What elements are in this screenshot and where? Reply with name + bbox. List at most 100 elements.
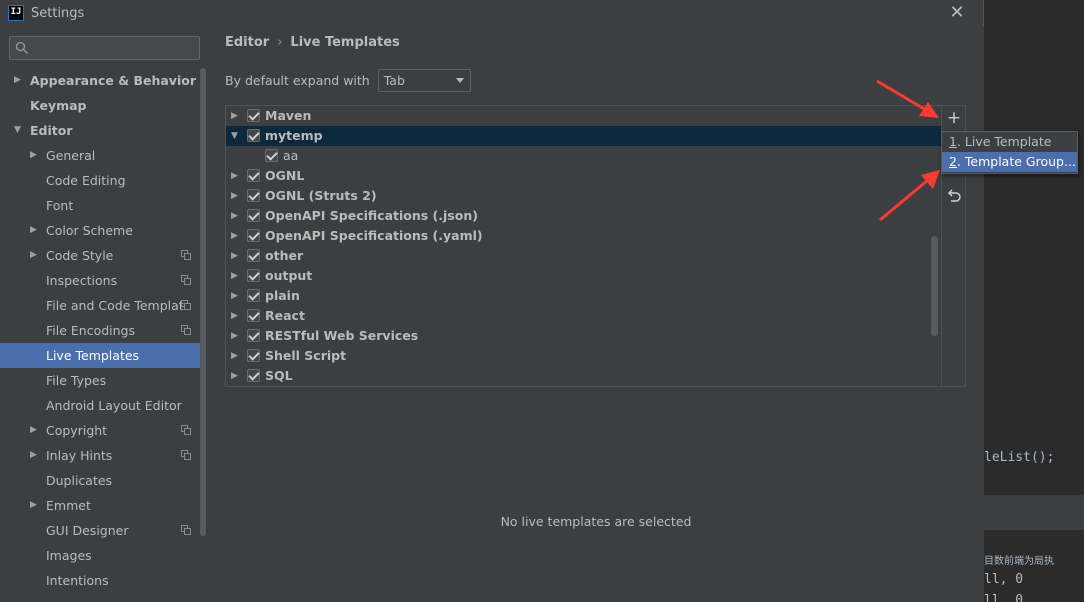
template-name: OpenAPI Specifications (.yaml): [265, 228, 483, 243]
template-group-row[interactable]: ▶ other: [226, 246, 942, 266]
sidebar-item-label: Images: [46, 548, 92, 563]
template-group-row[interactable]: ▼ mytemp: [226, 126, 942, 146]
menu-item-label: . Template Group...: [956, 154, 1076, 169]
template-group-row[interactable]: ▶ output: [226, 266, 942, 286]
sidebar-item-editor[interactable]: ▼ Editor: [0, 118, 200, 143]
editor-code-line: leList();: [984, 450, 1055, 465]
template-checkbox[interactable]: [247, 289, 260, 302]
template-name: aa: [283, 148, 299, 163]
sidebar-item-code-editing[interactable]: Code Editing: [0, 168, 200, 193]
expand-with-row: By default expand with Tab: [225, 69, 471, 92]
template-name: OGNL: [265, 168, 305, 183]
template-checkbox[interactable]: [247, 329, 260, 342]
template-group-row[interactable]: ▶ SQL: [226, 366, 942, 386]
template-checkbox[interactable]: [247, 369, 260, 382]
template-name: RESTful Web Services: [265, 328, 419, 343]
sidebar-item-font[interactable]: Font: [0, 193, 200, 218]
sidebar-item-label: GUI Designer: [46, 523, 129, 538]
chevron-right-icon[interactable]: ▶: [30, 443, 37, 468]
template-group-row[interactable]: ▶ OpenAPI Specifications (.json): [226, 206, 942, 226]
chevron-right-icon[interactable]: ▶: [231, 366, 238, 386]
chevron-right-icon[interactable]: ▶: [231, 326, 238, 346]
chevron-right-icon[interactable]: ▶: [30, 218, 37, 243]
template-checkbox[interactable]: [247, 249, 260, 262]
close-icon: ✕: [949, 2, 965, 23]
sidebar-item-emmet[interactable]: ▶ Emmet: [0, 493, 200, 518]
template-checkbox[interactable]: [247, 189, 260, 202]
templates-scrollbar[interactable]: [931, 236, 938, 336]
expand-with-dropdown[interactable]: Tab: [377, 69, 471, 92]
close-button[interactable]: ✕: [947, 3, 967, 23]
sidebar-item-file-encodings[interactable]: File Encodings: [0, 318, 200, 343]
chevron-right-icon[interactable]: ▶: [231, 246, 238, 266]
chevron-down-icon[interactable]: ▼: [14, 118, 21, 143]
template-checkbox[interactable]: [247, 309, 260, 322]
template-group-row[interactable]: ▶ Shell Script: [226, 346, 942, 366]
sidebar-item-duplicates[interactable]: Duplicates: [0, 468, 200, 493]
chevron-right-icon[interactable]: ▶: [231, 186, 238, 206]
chevron-right-icon[interactable]: ▶: [30, 143, 37, 168]
sidebar-item-file-and-code-templat[interactable]: File and Code Templat: [0, 293, 200, 318]
template-group-row[interactable]: ▶ plain: [226, 286, 942, 306]
template-item[interactable]: aa: [226, 146, 942, 166]
intellij-app-icon: IJ: [8, 5, 24, 21]
chevron-right-icon[interactable]: ▶: [231, 206, 238, 226]
chevron-right-icon[interactable]: ▶: [231, 226, 238, 246]
sidebar-item-color-scheme[interactable]: ▶ Color Scheme: [0, 218, 200, 243]
template-group-row[interactable]: ▶ OGNL: [226, 166, 942, 186]
menu-item-template-group[interactable]: 2. Template Group...: [942, 152, 1077, 172]
chevron-right-icon[interactable]: ▶: [231, 106, 238, 126]
sidebar-item-copyright[interactable]: ▶ Copyright: [0, 418, 200, 443]
sidebar-item-appearance-behavior[interactable]: ▶ Appearance & Behavior: [0, 68, 200, 93]
sidebar-item-file-types[interactable]: File Types: [0, 368, 200, 393]
chevron-right-icon[interactable]: ▶: [231, 266, 238, 286]
template-group-row[interactable]: ▶ React: [226, 306, 942, 326]
template-checkbox[interactable]: [247, 109, 260, 122]
sidebar-item-images[interactable]: Images: [0, 543, 200, 568]
search-input[interactable]: [9, 36, 200, 60]
template-checkbox[interactable]: [247, 169, 260, 182]
sidebar-item-intentions[interactable]: Intentions: [0, 568, 200, 593]
add-button[interactable]: +: [945, 109, 963, 127]
chevron-right-icon[interactable]: ▶: [30, 418, 37, 443]
plus-icon: +: [946, 108, 962, 128]
template-group-row[interactable]: ▶ OGNL (Struts 2): [226, 186, 942, 206]
template-name: plain: [265, 288, 300, 303]
template-checkbox[interactable]: [265, 149, 278, 162]
sidebar-item-live-templates[interactable]: Live Templates: [0, 343, 200, 368]
template-checkbox[interactable]: [247, 229, 260, 242]
template-name: Shell Script: [265, 348, 347, 363]
template-checkbox[interactable]: [247, 209, 260, 222]
template-checkbox[interactable]: [247, 269, 260, 282]
template-name: output: [265, 268, 313, 283]
sidebar-item-inspections[interactable]: Inspections: [0, 268, 200, 293]
sidebar-item-general[interactable]: ▶ General: [0, 143, 200, 168]
chevron-right-icon[interactable]: ▶: [231, 346, 238, 366]
sidebar-item-android-layout-editor[interactable]: Android Layout Editor: [0, 393, 200, 418]
editor-tool-separator: [984, 494, 1084, 530]
chevron-right-icon[interactable]: ▶: [14, 68, 21, 93]
template-checkbox[interactable]: [247, 349, 260, 362]
chevron-right-icon[interactable]: ▶: [231, 286, 238, 306]
sidebar-item-gui-designer[interactable]: GUI Designer: [0, 518, 200, 543]
template-group-row[interactable]: ▶ Maven: [226, 106, 942, 126]
chevron-right-icon[interactable]: ▶: [30, 243, 37, 268]
template-checkbox[interactable]: [247, 129, 260, 142]
sidebar-item-label: Copyright: [46, 423, 108, 438]
sidebar-item-code-style[interactable]: ▶ Code Style: [0, 243, 200, 268]
restore-button[interactable]: [945, 187, 963, 205]
chevron-right-icon[interactable]: ▶: [231, 166, 238, 186]
chevron-right-icon[interactable]: ▶: [30, 493, 37, 518]
breadcrumb-parent[interactable]: Editor: [225, 35, 269, 50]
sidebar-item-keymap[interactable]: Keymap: [0, 93, 200, 118]
project-scope-icon: [181, 300, 191, 310]
settings-sidebar: ▶ Appearance & Behavior Keymap ▼ Editor ▶ Gene…: [0, 26, 208, 602]
chevron-right-icon[interactable]: ▶: [231, 306, 238, 326]
menu-item-live-template[interactable]: 1. Live Template: [942, 132, 1077, 152]
templates-list: ▶ Maven ▼ mytemp aa ▶ OGNL ▶ OGNL (Struts 2) ▶ Ope…: [226, 106, 942, 386]
sidebar-scrollbar[interactable]: [200, 68, 206, 536]
template-group-row[interactable]: ▶ RESTful Web Services: [226, 326, 942, 346]
chevron-down-icon[interactable]: ▼: [231, 126, 238, 146]
template-group-row[interactable]: ▶ OpenAPI Specifications (.yaml): [226, 226, 942, 246]
sidebar-item-inlay-hints[interactable]: ▶ Inlay Hints: [0, 443, 200, 468]
